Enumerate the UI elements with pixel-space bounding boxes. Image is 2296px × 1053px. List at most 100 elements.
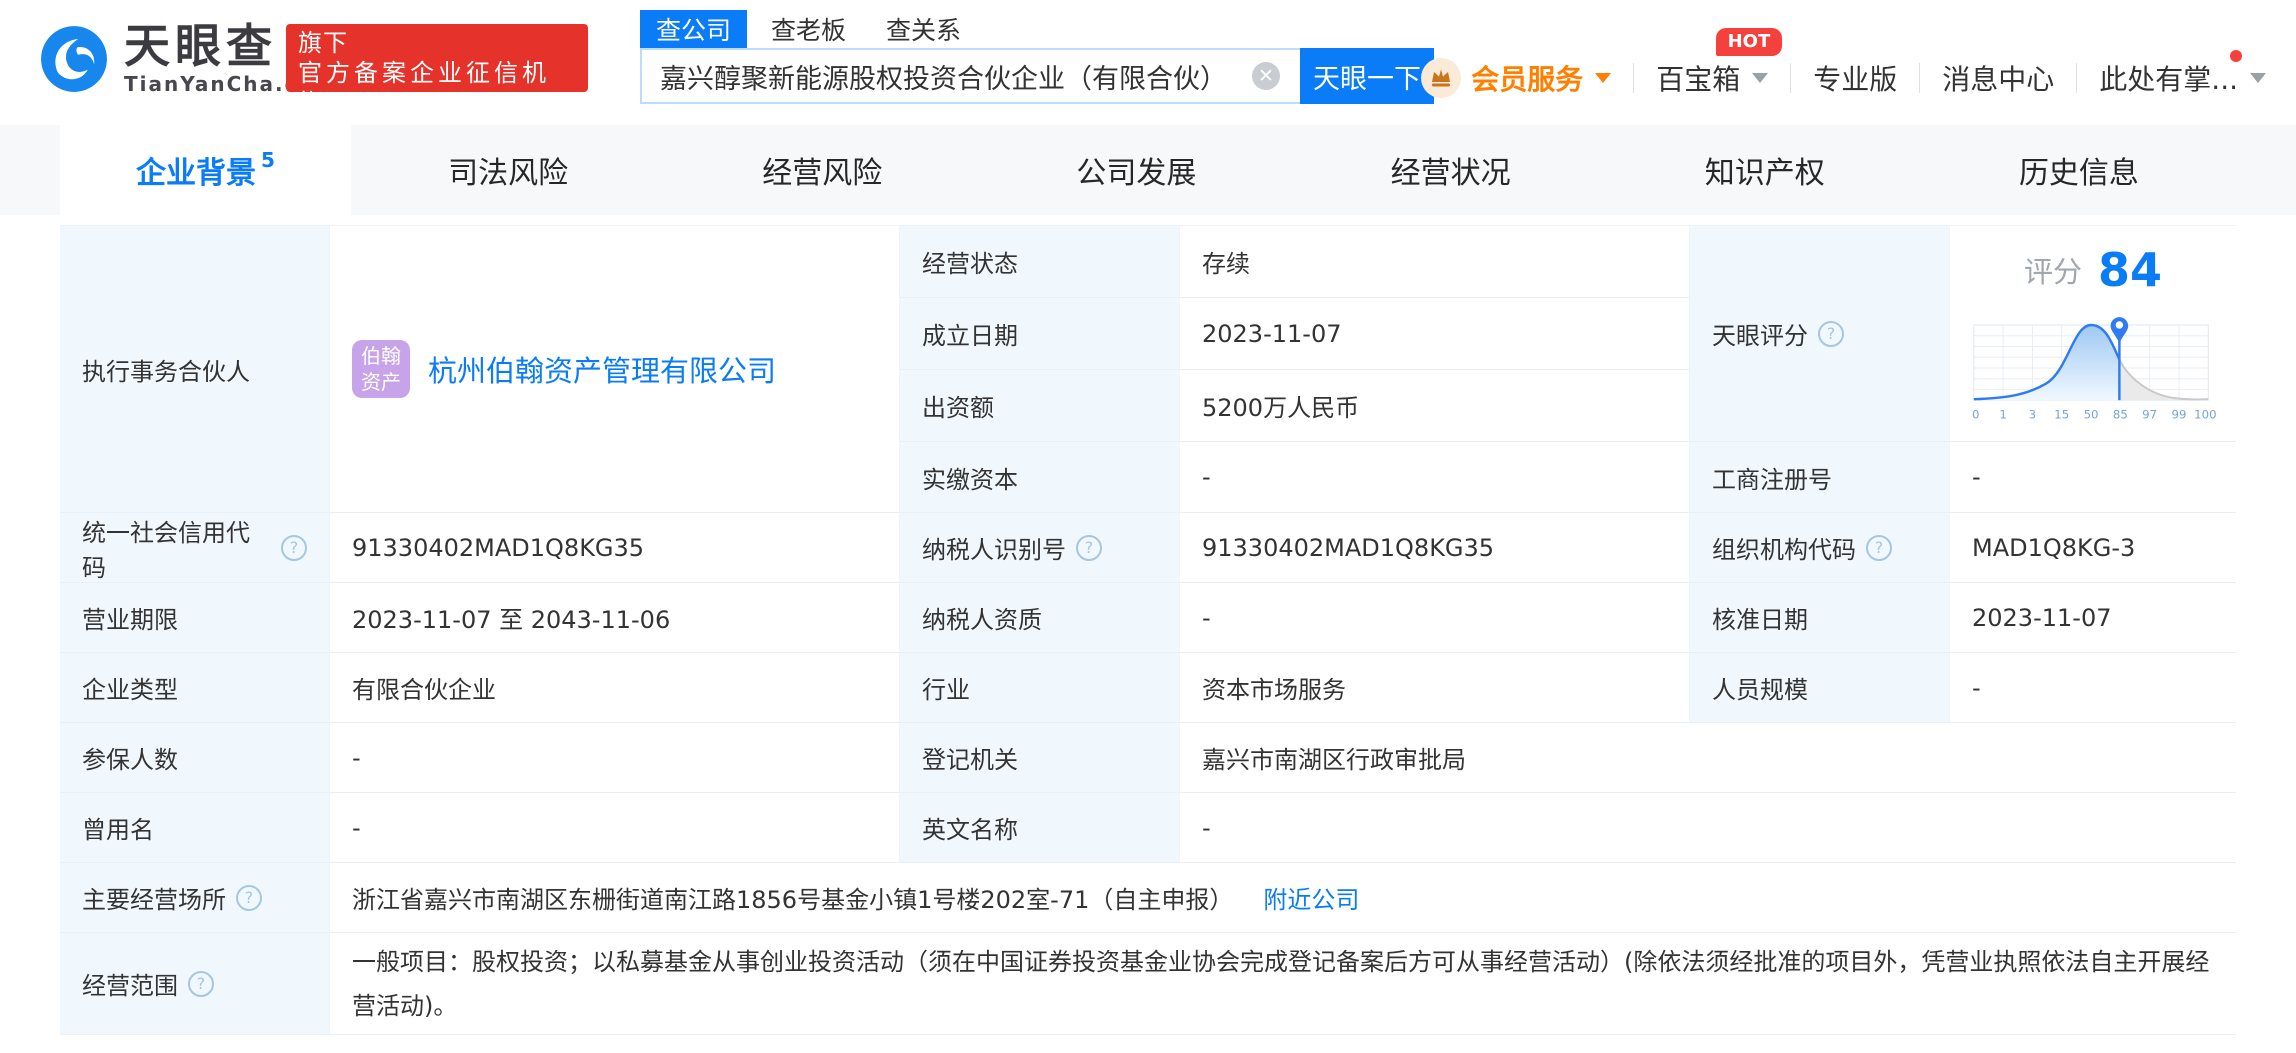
gov-badge-line2: 官方备案企业征信机构 [298,59,550,117]
page-header: 天眼查 TianYanCha.com 国家中小企业发展子基金旗下 官方备案企业征… [0,0,2296,125]
value-credit-code: 91330402MAD1Q8KG35 [330,513,900,583]
label-taxpayer-qualification: 纳税人资质 [900,583,1180,653]
tab-operation-risk[interactable]: 经营风险 [665,125,979,215]
partner-company-link[interactable]: 杭州伯翰资产管理有限公司 [428,348,776,390]
menu-pro-label: 专业版 [1813,63,1898,96]
clear-search-icon[interactable]: ✕ [1252,62,1280,90]
value-contributed-capital: 5200万人民币 [1180,370,1690,442]
svg-text:15: 15 [2054,407,2069,421]
label-approval-date: 核准日期 [1690,583,1950,653]
value-business-status: 存续 [1180,226,1690,298]
label-tianyan-score: 天眼评分 ? [1690,226,1950,442]
tab-judicial-risk[interactable]: 司法风险 [351,125,665,215]
help-icon[interactable]: ? [1818,320,1844,347]
value-org-code: MAD1Q8KG-3 [1950,513,2236,583]
tab-intellectual-property[interactable]: 知识产权 [1608,125,1922,215]
label-insured-count: 参保人数 [60,723,330,793]
tab-company-development[interactable]: 公司发展 [979,125,1293,215]
search-tab-boss[interactable]: 查老板 [755,10,862,48]
menu-message-center[interactable]: 消息中心 [1942,58,2054,98]
label-business-status: 经营状态 [900,226,1180,298]
gov-certification-badge: 国家中小企业发展子基金旗下 官方备案企业征信机构 [286,0,588,117]
tab-company-background[interactable]: 企业背景 5 [60,125,351,215]
svg-text:99: 99 [2172,407,2187,421]
value-business-term: 2023-11-07 至 2043-11-06 [330,583,900,653]
menu-more[interactable]: 此处有掌... [2099,50,2266,98]
label-business-address: 主要经营场所 ? [60,863,330,933]
value-approval-date: 2023-11-07 [1950,583,2236,653]
value-english-name: - [1180,793,2236,863]
search-tab-relation[interactable]: 查关系 [870,10,977,48]
svg-text:50: 50 [2084,407,2099,421]
menu-divider [1633,63,1635,93]
svg-text:3: 3 [2029,407,2036,421]
top-menu: 会员服务 HOT 百宝箱 专业版 消息中心 此处有掌... [1421,28,2266,106]
menu-message-label: 消息中心 [1942,63,2055,96]
hot-badge: HOT [1715,28,1783,56]
menu-divider [2076,63,2078,93]
label-registration-authority: 登记机关 [900,723,1180,793]
search-input[interactable] [640,48,1300,104]
tab-label: 企业背景 [136,156,257,191]
search-button[interactable]: 天眼一下 [1300,48,1434,104]
label-company-type: 企业类型 [60,653,330,723]
search-tab-company[interactable]: 查公司 [640,10,748,48]
tab-history-info[interactable]: 历史信息 [1922,125,2236,215]
svg-text:100: 100 [2194,407,2216,421]
label-established-date: 成立日期 [900,298,1180,370]
svg-text:1: 1 [1999,407,2006,421]
help-icon[interactable]: ? [236,884,262,911]
value-taxpayer-id: 91330402MAD1Q8KG35 [1180,513,1690,583]
value-business-reg-no: - [1950,442,2236,513]
svg-text:97: 97 [2142,407,2157,421]
help-icon[interactable]: ? [1076,534,1102,561]
label-english-name: 英文名称 [900,793,1180,863]
search-area: 查公司 查老板 查关系 天眼一下 ✕ [640,10,1434,104]
gov-badge-line1: 国家中小企业发展子基金旗下 [298,0,573,57]
value-company-type: 有限合伙企业 [330,653,900,723]
nearby-companies-link[interactable]: 附近公司 [1263,880,1359,915]
menu-toolbox[interactable]: HOT 百宝箱 [1656,28,1783,98]
tab-operation-status[interactable]: 经营状况 [1294,125,1608,215]
score-value: 84 [2098,242,2163,297]
label-paid-in-capital: 实缴资本 [900,442,1180,513]
label-taxpayer-id: 纳税人识别号 ? [900,513,1180,583]
value-insured-count: - [330,723,900,793]
partner-badge-line1: 伯翰 [361,344,401,368]
value-business-scope: 一般项目：股权投资；以私募基金从事创业投资活动（须在中国证券投资基金业协会完成登… [330,933,2236,1035]
menu-more-label: 此处有掌... [2099,63,2238,96]
value-former-name: - [330,793,900,863]
menu-member-services[interactable]: 会员服务 [1421,58,1612,98]
help-icon[interactable]: ? [188,970,214,997]
menu-divider [1790,63,1792,93]
chevron-down-icon [2250,73,2266,83]
label-contributed-capital: 出资额 [900,370,1180,442]
value-registration-authority: 嘉兴市南湖区行政审批局 [1180,723,2236,793]
search-tabs: 查公司 查老板 查关系 [640,10,1434,48]
svg-text:85: 85 [2113,407,2128,421]
label-org-code: 组织机构代码 ? [1690,513,1950,583]
value-business-address: 浙江省嘉兴市南湖区东栅街道南江路1856号基金小镇1号楼202室-71（自主申报… [330,863,2236,933]
svg-text:0: 0 [1972,407,1979,421]
help-icon[interactable]: ? [281,534,307,561]
score-distribution-chart: 0 1 3 15 50 85 97 99 100 [1972,316,2217,421]
value-staff-size: - [1950,653,2236,723]
tianyancha-logo-icon [41,26,107,92]
label-business-term: 营业期限 [60,583,330,653]
label-credit-code: 统一社会信用代码 ? [60,513,330,583]
label-executive-partner: 执行事务合伙人 [60,226,330,513]
chevron-down-icon [1595,73,1612,83]
value-established-date: 2023-11-07 [1180,298,1690,370]
business-info-table: 执行事务合伙人 伯翰 资产 杭州伯翰资产管理有限公司 经营状态 存续 成立日期 … [60,225,2236,1035]
menu-pro-version[interactable]: 专业版 [1813,58,1897,98]
help-icon[interactable]: ? [1866,534,1892,561]
menu-toolbox-label: 百宝箱 [1656,63,1741,96]
score-title: 评分 [2023,254,2082,289]
value-taxpayer-qualification: - [1180,583,1690,653]
label-business-reg-no: 工商注册号 [1690,442,1950,513]
partner-logo-badge[interactable]: 伯翰 资产 [352,340,410,398]
notification-dot [2230,50,2242,62]
label-staff-size: 人员规模 [1690,653,1950,723]
partner-badge-line2: 资产 [361,370,401,394]
chevron-down-icon [1752,73,1769,83]
